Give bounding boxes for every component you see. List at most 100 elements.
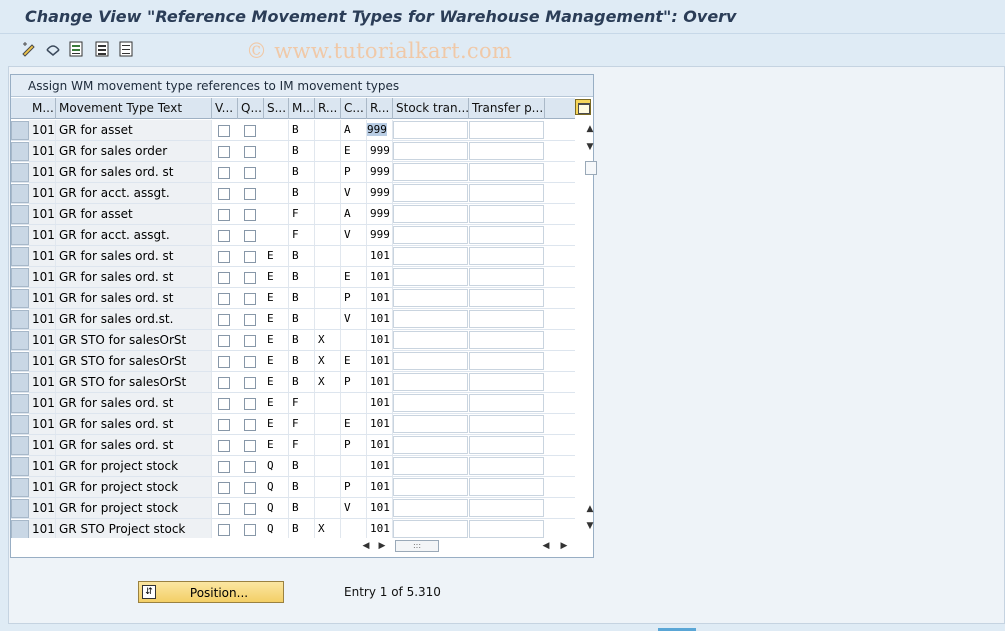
stock-transfer-input[interactable] xyxy=(393,457,468,475)
transfer-priority-input[interactable] xyxy=(469,436,544,454)
transfer-priority-input[interactable] xyxy=(469,457,544,475)
horizontal-scroll-thumb[interactable]: ::: xyxy=(395,540,439,552)
checkbox[interactable] xyxy=(244,461,256,473)
transfer-priority-input[interactable] xyxy=(469,247,544,265)
scroll-right-icon[interactable]: ▶ xyxy=(557,538,571,554)
transfer-priority-input[interactable] xyxy=(469,226,544,244)
deselect-icon[interactable] xyxy=(117,40,135,58)
transfer-priority-input[interactable] xyxy=(469,163,544,181)
position-button[interactable]: ⇵ Position... xyxy=(138,581,284,603)
table-settings-icon[interactable] xyxy=(575,99,591,115)
checkbox[interactable] xyxy=(218,209,230,221)
row-selector[interactable] xyxy=(11,184,29,203)
row-selector[interactable] xyxy=(11,268,29,287)
checkbox[interactable] xyxy=(244,293,256,305)
checkbox[interactable] xyxy=(244,230,256,242)
row-selector[interactable] xyxy=(11,289,29,308)
checkbox[interactable] xyxy=(218,482,230,494)
checkbox[interactable] xyxy=(218,251,230,263)
transfer-priority-input[interactable] xyxy=(469,373,544,391)
column-header[interactable]: S... xyxy=(264,98,289,119)
row-selector[interactable] xyxy=(11,415,29,434)
details-icon[interactable] xyxy=(67,40,85,58)
stock-transfer-input[interactable] xyxy=(393,310,468,328)
row-selector[interactable] xyxy=(11,478,29,497)
scroll-left-icon[interactable]: ◀ xyxy=(359,538,373,554)
stock-transfer-input[interactable] xyxy=(393,247,468,265)
column-header[interactable]: M... xyxy=(289,98,315,119)
table-row[interactable]: 101 GR for sales ord. st E F E 101 xyxy=(11,414,575,435)
stock-transfer-input[interactable] xyxy=(393,184,468,202)
row-selector[interactable] xyxy=(11,121,29,140)
stock-transfer-input[interactable] xyxy=(393,331,468,349)
row-selector[interactable] xyxy=(11,331,29,350)
checkbox[interactable] xyxy=(218,461,230,473)
checkbox[interactable] xyxy=(244,503,256,515)
table-row[interactable]: 101 GR for asset B A 999 xyxy=(11,120,575,141)
stock-transfer-input[interactable] xyxy=(393,499,468,517)
other-view-icon[interactable] xyxy=(44,40,62,58)
checkbox[interactable] xyxy=(218,167,230,179)
checkbox[interactable] xyxy=(244,314,256,326)
checkbox[interactable] xyxy=(218,335,230,347)
checkbox[interactable] xyxy=(244,524,256,536)
transfer-priority-input[interactable] xyxy=(469,310,544,328)
table-row[interactable]: 101 GR STO Project stock Q B X 101 xyxy=(11,519,575,538)
column-header[interactable]: R... xyxy=(315,98,341,119)
checkbox[interactable] xyxy=(218,293,230,305)
column-header[interactable]: Stock tran... xyxy=(393,98,469,119)
checkbox[interactable] xyxy=(244,356,256,368)
checkbox[interactable] xyxy=(244,335,256,347)
table-row[interactable]: 101 GR for sales ord. st E B E 101 xyxy=(11,267,575,288)
column-header[interactable]: R... xyxy=(367,98,393,119)
table-row[interactable]: 101 GR for sales ord. st E F 101 xyxy=(11,393,575,414)
scroll-left-icon[interactable]: ◀ xyxy=(539,538,553,554)
select-all-icon[interactable] xyxy=(93,40,111,58)
table-row[interactable]: 101 GR for sales ord. st E F P 101 xyxy=(11,435,575,456)
row-selector[interactable] xyxy=(11,373,29,392)
checkbox[interactable] xyxy=(244,377,256,389)
scroll-right-icon[interactable]: ▶ xyxy=(375,538,389,554)
scroll-down-icon[interactable]: ▼ xyxy=(583,519,597,533)
stock-transfer-input[interactable] xyxy=(393,142,468,160)
transfer-priority-input[interactable] xyxy=(469,415,544,433)
scroll-up-icon[interactable]: ▲ xyxy=(583,502,597,516)
stock-transfer-input[interactable] xyxy=(393,289,468,307)
column-header[interactable]: V... xyxy=(212,98,238,119)
table-row[interactable]: 101 GR for sales ord. st B P 999 xyxy=(11,162,575,183)
row-selector[interactable] xyxy=(11,499,29,518)
stock-transfer-input[interactable] xyxy=(393,394,468,412)
stock-transfer-input[interactable] xyxy=(393,478,468,496)
transfer-priority-input[interactable] xyxy=(469,499,544,517)
selected-value[interactable]: 999 xyxy=(367,123,387,136)
checkbox[interactable] xyxy=(244,167,256,179)
checkbox[interactable] xyxy=(244,398,256,410)
table-row[interactable]: 101 GR for sales order B E 999 xyxy=(11,141,575,162)
row-selector[interactable] xyxy=(11,247,29,266)
checkbox[interactable] xyxy=(218,125,230,137)
stock-transfer-input[interactable] xyxy=(393,520,468,538)
transfer-priority-input[interactable] xyxy=(469,184,544,202)
stock-transfer-input[interactable] xyxy=(393,205,468,223)
table-row[interactable]: 101 GR for project stock Q B P 101 xyxy=(11,477,575,498)
row-selector[interactable] xyxy=(11,226,29,245)
column-header[interactable]: M... xyxy=(29,98,56,119)
checkbox[interactable] xyxy=(244,251,256,263)
stock-transfer-input[interactable] xyxy=(393,121,468,139)
checkbox[interactable] xyxy=(218,398,230,410)
table-row[interactable]: 101 GR for sales ord. st E B 101 xyxy=(11,246,575,267)
table-row[interactable]: 101 GR STO for salesOrSt E B X P 101 xyxy=(11,372,575,393)
change-display-icon[interactable] xyxy=(20,40,38,58)
checkbox[interactable] xyxy=(244,440,256,452)
transfer-priority-input[interactable] xyxy=(469,268,544,286)
row-selector[interactable] xyxy=(11,394,29,413)
checkbox[interactable] xyxy=(244,188,256,200)
checkbox[interactable] xyxy=(244,419,256,431)
transfer-priority-input[interactable] xyxy=(469,352,544,370)
transfer-priority-input[interactable] xyxy=(469,289,544,307)
transfer-priority-input[interactable] xyxy=(469,205,544,223)
transfer-priority-input[interactable] xyxy=(469,121,544,139)
checkbox[interactable] xyxy=(218,377,230,389)
table-row[interactable]: 101 GR STO for salesOrSt E B X 101 xyxy=(11,330,575,351)
scroll-up-icon[interactable]: ▲ xyxy=(583,122,597,136)
